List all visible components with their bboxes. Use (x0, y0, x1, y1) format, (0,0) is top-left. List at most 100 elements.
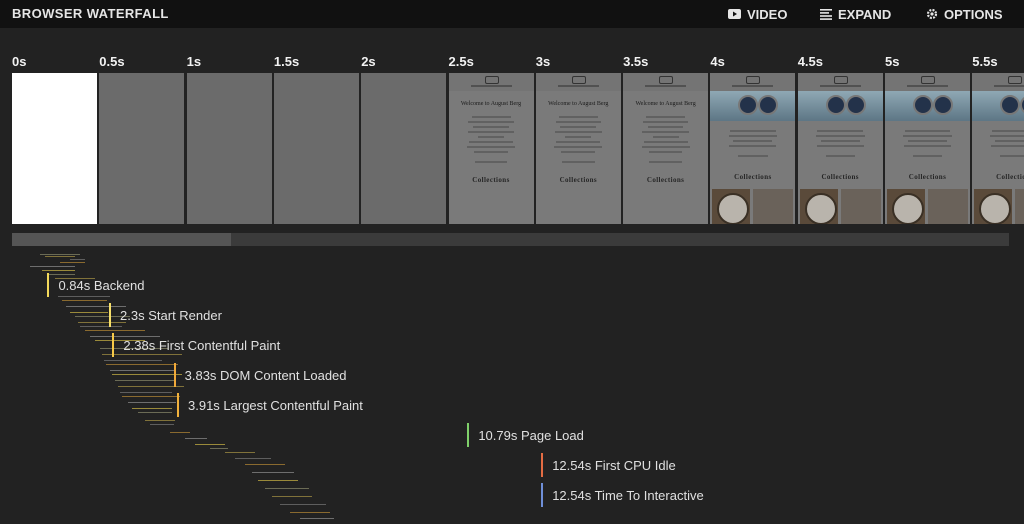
text-line (641, 146, 690, 148)
request-bar (40, 254, 80, 255)
frame-collections-title: Collections (472, 176, 510, 184)
filmstrip-frame[interactable]: Collections (710, 73, 796, 224)
filmstrip-frame[interactable]: Welcome to August Berg Collections (448, 73, 534, 224)
time-tick: 3s (535, 54, 551, 69)
request-bar (138, 412, 172, 413)
expand-button[interactable]: EXPAND (820, 5, 891, 23)
request-bar (132, 408, 172, 409)
filmstrip-frames[interactable]: Welcome to August Berg Collections Welcome… (12, 73, 1024, 225)
text-line (646, 116, 686, 118)
product-image (1015, 189, 1024, 224)
text-line (555, 121, 602, 123)
site-header (972, 73, 1024, 91)
request-bar (195, 444, 225, 445)
request-bar (235, 458, 271, 459)
frame-screenshot: Collections (972, 73, 1024, 224)
product-image (887, 189, 925, 224)
text-line (474, 151, 508, 153)
product-image (974, 189, 1013, 224)
filmstrip-frame[interactable] (12, 73, 97, 224)
text-line (990, 135, 1024, 137)
request-bar (106, 364, 178, 365)
panel-title: BROWSER WATERFALL (12, 6, 169, 21)
request-bar (265, 488, 309, 489)
scrollbar-thumb[interactable] (12, 233, 232, 246)
site-logo (659, 76, 674, 84)
filmstrip-frame[interactable] (186, 73, 272, 224)
filmstrip-scrollbar[interactable] (12, 233, 1009, 246)
request-bar (42, 270, 75, 271)
filmstrip-frame[interactable] (273, 73, 359, 224)
site-brand (470, 85, 512, 87)
marker-label: 2.3s Start Render (120, 307, 222, 323)
time-tick: 5.5s (972, 54, 998, 69)
metric-marker: 2.3s Start Render (109, 303, 222, 327)
text-line (908, 140, 947, 142)
filmstrip-frame[interactable] (361, 73, 447, 224)
frame-collections-title: Collections (996, 173, 1024, 181)
marker-line (47, 273, 50, 297)
options-button[interactable]: OPTIONS (926, 5, 1003, 23)
time-tick: 1.5s (273, 54, 300, 69)
request-bar (45, 256, 75, 257)
text-line (815, 135, 865, 137)
text-line (729, 145, 777, 147)
text-line (730, 130, 776, 132)
filmstrip-frame[interactable]: Collections (972, 73, 1024, 224)
frame-heading: Welcome to August Berg (635, 101, 696, 107)
filmstrip-frame[interactable]: Collections (797, 73, 883, 224)
filmstrip-frame[interactable]: Welcome to August Berg Collections (535, 73, 621, 224)
text-line (904, 145, 951, 147)
site-header (885, 73, 970, 91)
site-header (797, 73, 883, 91)
site-logo (571, 76, 586, 84)
site-brand (645, 85, 687, 87)
site-logo (921, 76, 935, 84)
text-line (1000, 155, 1024, 157)
metric-marker: 0.84s Backend (47, 273, 144, 297)
site-header (448, 73, 534, 91)
filmstrip-frame[interactable]: Welcome to August Berg Collections (623, 73, 709, 224)
text-line (471, 116, 511, 118)
product-image (712, 189, 751, 224)
text-line (466, 146, 516, 148)
metric-marker: 2.38s First Contentful Paint (112, 333, 280, 357)
time-tick: 4.5s (797, 54, 823, 69)
request-bar (258, 480, 298, 481)
marker-label: 3.91s Largest Contentful Paint (188, 397, 363, 413)
marker-line (173, 363, 176, 387)
filmstrip-frame[interactable] (99, 73, 185, 224)
request-bar (145, 420, 175, 421)
metric-marker: 3.83s DOM Content Loaded (173, 363, 347, 387)
frame-heading: Welcome to August Berg (548, 101, 609, 107)
text-line (473, 126, 509, 128)
request-bar (70, 259, 85, 260)
text-line (642, 121, 689, 123)
filmstrip-frame[interactable]: Collections (885, 73, 970, 224)
request-bar (112, 374, 182, 375)
text-line (817, 130, 863, 132)
frame-text-lines (633, 113, 698, 166)
metric-marker: 12.54s First CPU Idle (541, 453, 676, 477)
text-line (468, 121, 514, 123)
request-bar (128, 402, 176, 403)
top-bar: BROWSER WATERFALL VIDEO EXPAND OPTIONS (0, 0, 1024, 28)
text-line (554, 131, 602, 133)
request-bar (110, 370, 174, 371)
marker-line (541, 483, 544, 507)
frame-screenshot: Welcome to August Berg Collections (535, 73, 621, 224)
site-brand (557, 85, 599, 87)
watch-image (913, 95, 933, 115)
text-line (825, 155, 855, 157)
frame-heading: Welcome to August Berg (460, 101, 522, 107)
text-line (652, 136, 679, 138)
text-line (642, 131, 689, 133)
site-logo (833, 76, 848, 84)
text-line (995, 140, 1024, 142)
text-line (816, 145, 864, 147)
text-line (647, 126, 684, 128)
text-line (912, 155, 943, 157)
video-button[interactable]: VIDEO (728, 5, 787, 23)
watch-image (845, 95, 866, 115)
frame-text-lines (982, 127, 1024, 160)
